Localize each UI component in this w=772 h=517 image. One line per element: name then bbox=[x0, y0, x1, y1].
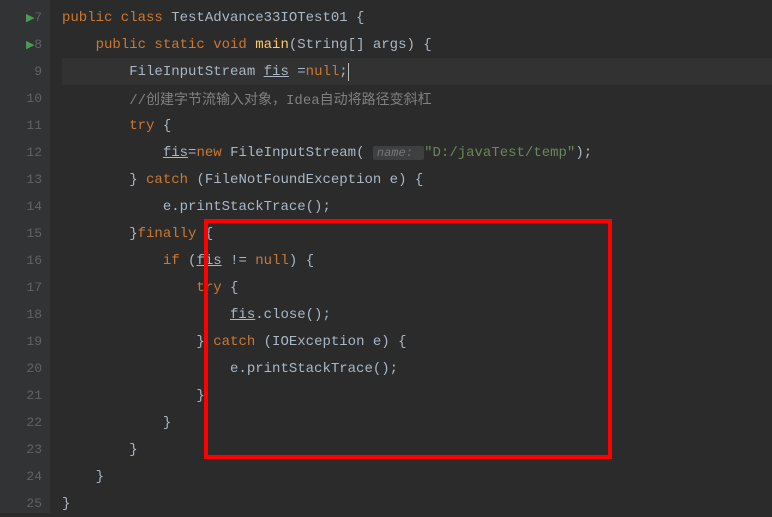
code-line[interactable]: e.printStackTrace(); bbox=[62, 193, 772, 220]
code-line[interactable]: e.printStackTrace(); bbox=[62, 355, 772, 382]
code-token: TestAdvance33IOTest01 { bbox=[171, 10, 364, 26]
code-token: fis bbox=[163, 145, 188, 161]
code-token: FileInputStream( bbox=[230, 145, 373, 161]
code-token: null bbox=[255, 253, 289, 269]
code-line[interactable]: try { bbox=[62, 112, 772, 139]
code-token: } bbox=[129, 172, 146, 188]
code-token: (String[] args) { bbox=[289, 37, 432, 53]
code-token: if bbox=[163, 253, 188, 269]
code-token: = bbox=[188, 145, 196, 161]
code-token: .close(); bbox=[255, 307, 331, 323]
code-area[interactable]: public class TestAdvance33IOTest01 { pub… bbox=[50, 0, 772, 513]
code-line[interactable]: } bbox=[62, 436, 772, 463]
code-line[interactable]: fis.close(); bbox=[62, 301, 772, 328]
code-token: { bbox=[163, 118, 171, 134]
code-token: FileInputStream bbox=[129, 64, 263, 80]
line-number: 7▶ bbox=[0, 4, 50, 31]
line-number: 24 bbox=[0, 463, 50, 490]
code-token: = bbox=[289, 64, 306, 80]
code-token: } bbox=[96, 469, 104, 485]
code-token: null bbox=[306, 64, 340, 80]
code-token: "D:/javaTest/temp" bbox=[424, 145, 575, 161]
code-line[interactable]: } catch (FileNotFoundException e) { bbox=[62, 166, 772, 193]
code-line[interactable]: public class TestAdvance33IOTest01 { bbox=[62, 4, 772, 31]
code-line[interactable]: try { bbox=[62, 274, 772, 301]
line-number: 15 bbox=[0, 220, 50, 247]
line-number: 16 bbox=[0, 247, 50, 274]
line-number: 9 bbox=[0, 58, 50, 85]
code-token: ); bbox=[575, 145, 592, 161]
code-token: public class bbox=[62, 10, 171, 26]
code-token: finally bbox=[138, 226, 205, 242]
code-line[interactable]: if (fis != null) { bbox=[62, 247, 772, 274]
code-line[interactable]: } catch (IOException e) { bbox=[62, 328, 772, 355]
code-token: ( bbox=[188, 253, 196, 269]
code-line[interactable]: } bbox=[62, 463, 772, 490]
code-token: } bbox=[62, 496, 70, 512]
code-token: catch bbox=[146, 172, 196, 188]
code-editor[interactable]: 7▶8▶910111213141516171819202122232425 pu… bbox=[0, 0, 772, 513]
code-token: e.printStackTrace(); bbox=[163, 199, 331, 215]
code-token: catch bbox=[213, 334, 263, 350]
line-number: 14 bbox=[0, 193, 50, 220]
line-number: 20 bbox=[0, 355, 50, 382]
line-number: 13 bbox=[0, 166, 50, 193]
code-token: try bbox=[129, 118, 163, 134]
code-token: != bbox=[222, 253, 256, 269]
code-token: (FileNotFoundException e) { bbox=[196, 172, 423, 188]
line-number: 19 bbox=[0, 328, 50, 355]
code-token: fis bbox=[196, 253, 221, 269]
code-token: main bbox=[255, 37, 289, 53]
code-token: ) { bbox=[289, 253, 314, 269]
code-token: new bbox=[196, 145, 230, 161]
code-token: try bbox=[196, 280, 230, 296]
code-line[interactable]: //创建字节流输入对象，Idea自动将路径变斜杠 bbox=[62, 85, 772, 112]
code-token: e.printStackTrace(); bbox=[230, 361, 398, 377]
code-line[interactable]: FileInputStream fis =null; bbox=[62, 58, 772, 85]
line-number: 12 bbox=[0, 139, 50, 166]
code-token: //创建字节流输入对象，Idea自动将路径变斜杠 bbox=[129, 89, 431, 109]
code-line[interactable]: }finally { bbox=[62, 220, 772, 247]
run-icon[interactable]: ▶ bbox=[26, 11, 34, 25]
code-token: ; bbox=[339, 64, 347, 80]
code-token: { bbox=[230, 280, 238, 296]
code-token: } bbox=[163, 415, 171, 431]
line-number: 18 bbox=[0, 301, 50, 328]
line-number: 8▶ bbox=[0, 31, 50, 58]
line-number: 22 bbox=[0, 409, 50, 436]
line-number: 23 bbox=[0, 436, 50, 463]
code-line[interactable]: } bbox=[62, 382, 772, 409]
code-token: (IOException e) { bbox=[264, 334, 407, 350]
code-token: public static void bbox=[96, 37, 256, 53]
code-token: fis bbox=[264, 64, 289, 80]
code-token: fis bbox=[230, 307, 255, 323]
code-token: } bbox=[129, 226, 137, 242]
line-number: 17 bbox=[0, 274, 50, 301]
run-icon[interactable]: ▶ bbox=[26, 38, 34, 52]
code-token: } bbox=[196, 388, 204, 404]
line-number: 11 bbox=[0, 112, 50, 139]
code-token: } bbox=[196, 334, 213, 350]
text-cursor bbox=[348, 63, 349, 81]
code-line[interactable]: fis=new FileInputStream( name: "D:/javaT… bbox=[62, 139, 772, 166]
line-gutter: 7▶8▶910111213141516171819202122232425 bbox=[0, 0, 50, 513]
line-number: 21 bbox=[0, 382, 50, 409]
line-number: 10 bbox=[0, 85, 50, 112]
code-token: { bbox=[205, 226, 213, 242]
code-line[interactable]: } bbox=[62, 409, 772, 436]
parameter-hint: name: bbox=[373, 146, 424, 160]
code-token: } bbox=[129, 442, 137, 458]
code-line[interactable]: public static void main(String[] args) { bbox=[62, 31, 772, 58]
